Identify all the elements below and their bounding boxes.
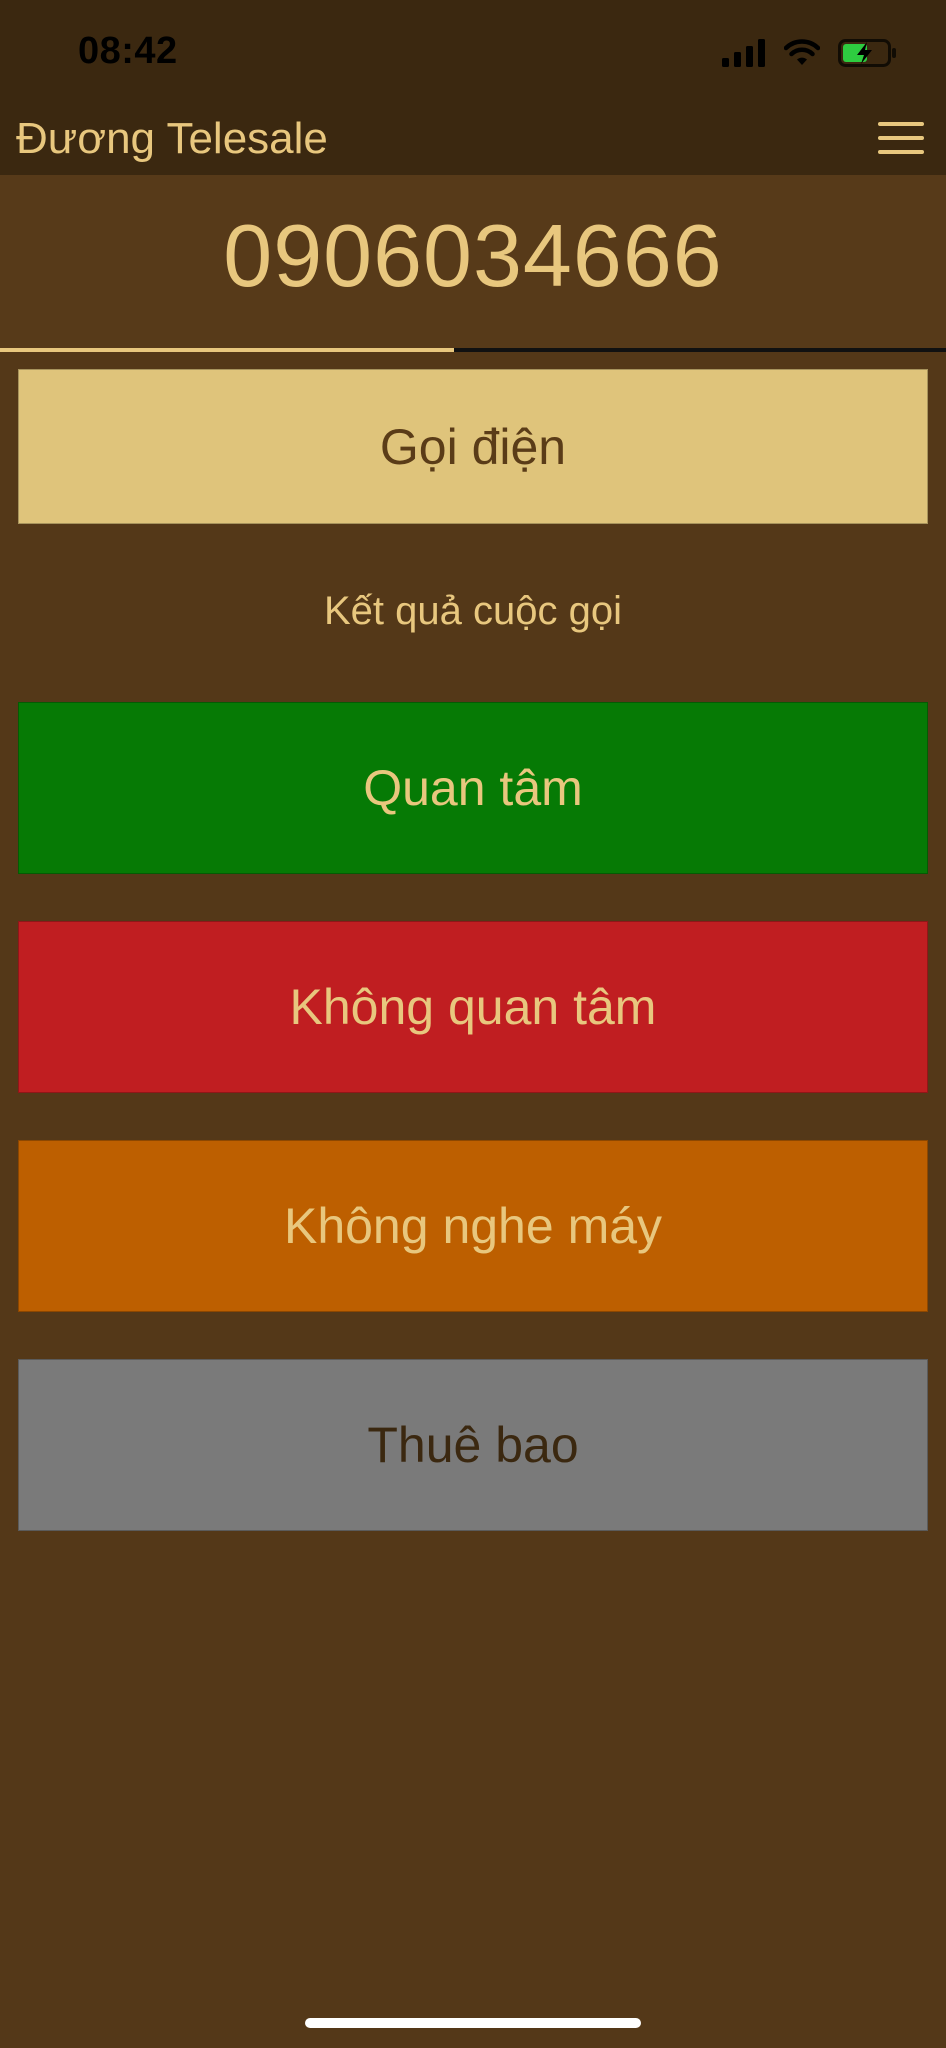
progress-fill — [0, 348, 455, 352]
wifi-icon — [784, 39, 820, 65]
subscriber-button[interactable]: Thuê bao — [18, 1359, 928, 1531]
battery-charging-icon — [838, 39, 896, 67]
hamburger-menu-icon[interactable] — [878, 120, 924, 156]
status-time: 08:42 — [78, 30, 178, 72]
no-answer-button[interactable]: Không nghe máy — [18, 1140, 928, 1312]
app-header: Đương Telesale — [0, 100, 946, 175]
call-result-heading: Kết quả cuộc gọi — [324, 589, 622, 633]
phone-section: 0906034666 — [0, 175, 946, 350]
status-icons — [722, 36, 898, 70]
interested-button[interactable]: Quan tâm — [18, 702, 928, 874]
app-title: Đương Telesale — [16, 114, 328, 163]
cellular-signal-icon — [722, 39, 765, 67]
not-interested-button[interactable]: Không quan tâm — [18, 921, 928, 1093]
status-bar: 08:42 — [0, 0, 946, 100]
phone-number: 0906034666 — [223, 206, 723, 305]
home-indicator — [305, 2018, 641, 2028]
top-bar: 08:42 Đương Telesale — [0, 0, 946, 175]
progress-bar — [0, 348, 946, 352]
call-button[interactable]: Gọi điện — [18, 369, 928, 524]
